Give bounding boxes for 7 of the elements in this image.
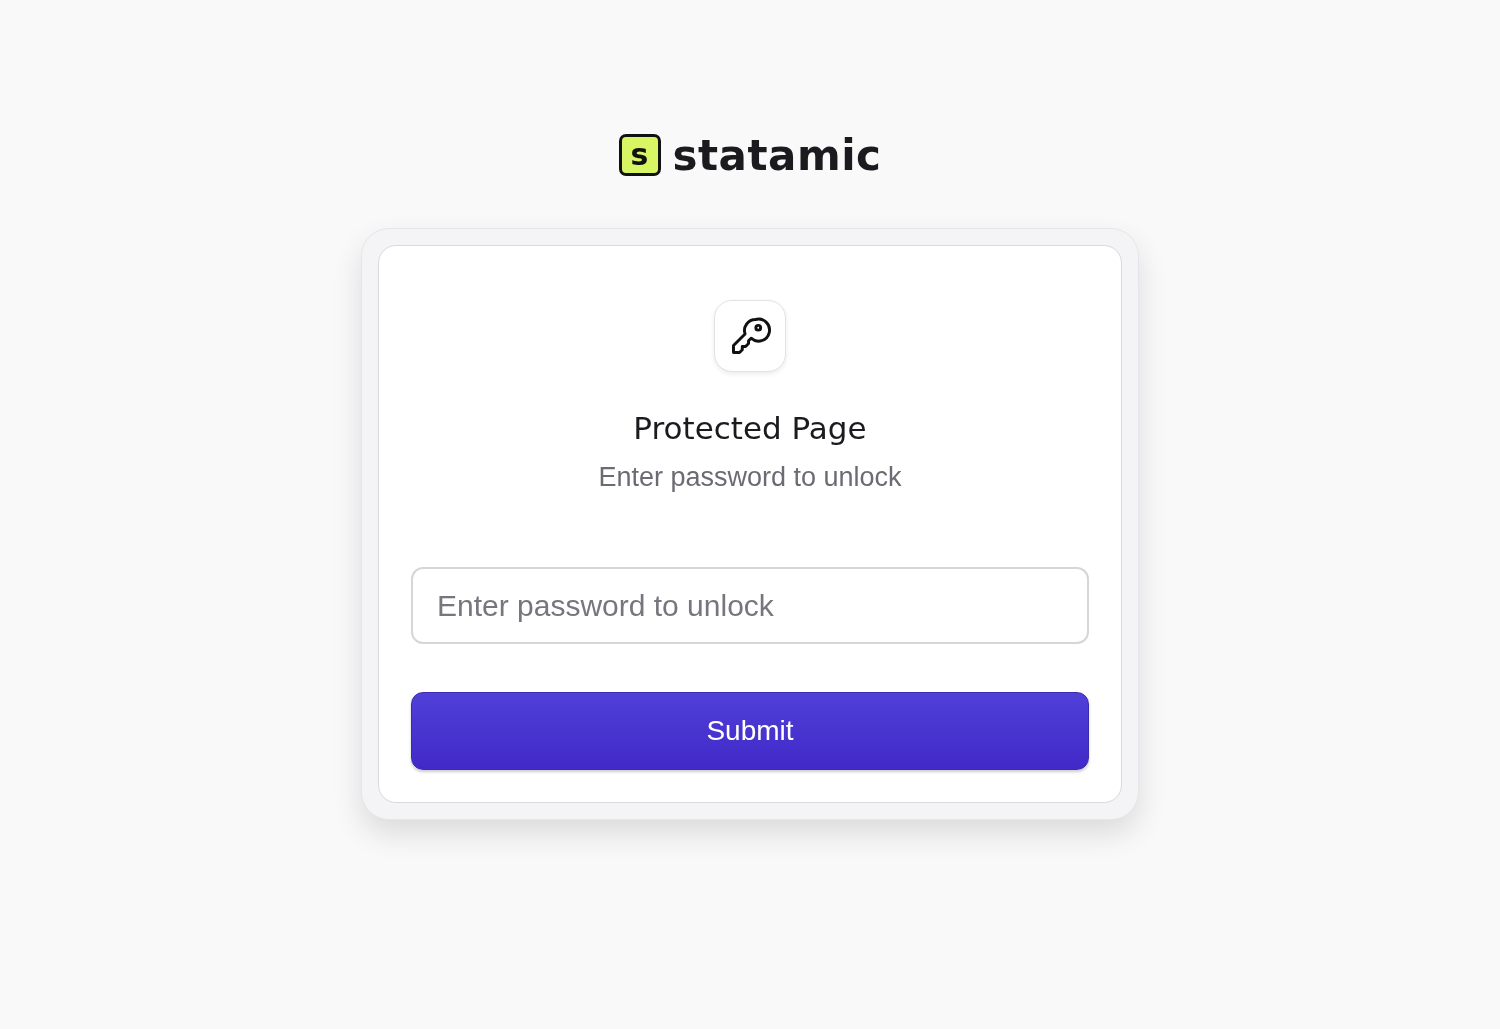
page-title: Protected Page	[633, 410, 867, 446]
logo-wordmark: statamic	[672, 130, 882, 180]
page-subtitle: Enter password to unlock	[598, 462, 902, 493]
password-field[interactable]: Enter password to unlock	[411, 567, 1089, 644]
logo-mark: s	[618, 134, 661, 176]
submit-button[interactable]: Submit	[411, 692, 1089, 770]
key-icon	[714, 300, 786, 372]
